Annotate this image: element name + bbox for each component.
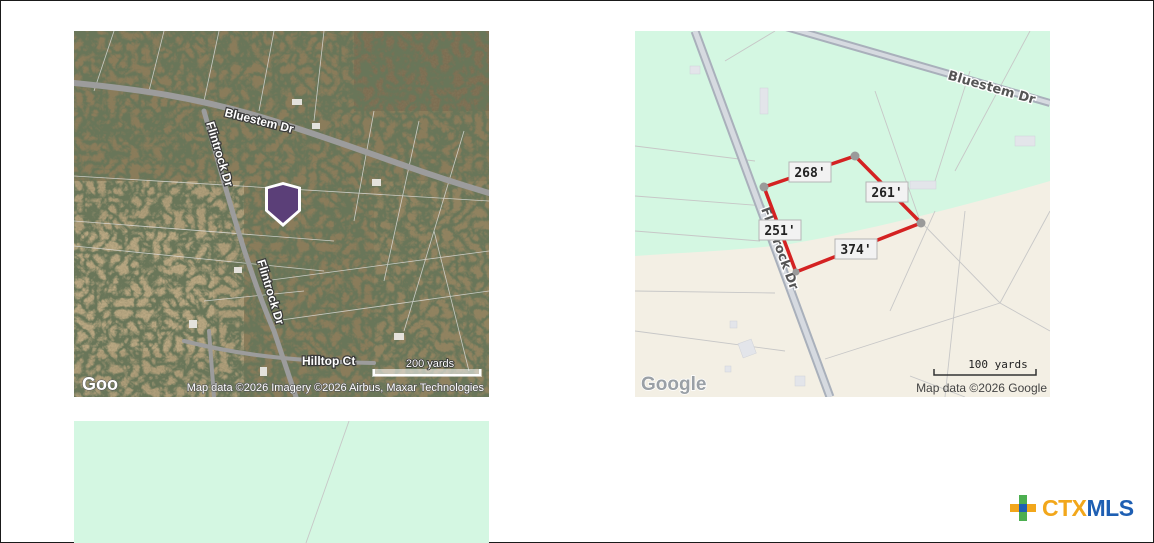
map-attribution: Map data ©2026 Google — [916, 381, 1047, 395]
svg-text:268': 268' — [794, 166, 825, 181]
parcel-map[interactable]: Bluestem Dr Flintrock Dr 268' 261' 374' — [635, 31, 1050, 397]
google-logo: Goo — [82, 374, 118, 394]
road-label-hilltop: Hilltop Ct — [302, 354, 355, 368]
texas-cross-icon — [1010, 495, 1036, 521]
brand-ctx: CTX — [1042, 494, 1087, 521]
ctxmls-logo: CTXMLS — [1008, 492, 1138, 524]
svg-text:374': 374' — [840, 243, 871, 258]
third-map[interactable] — [74, 421, 489, 543]
map-attribution: Map data ©2026 Imagery ©2026 Airbus, Max… — [187, 382, 485, 394]
satellite-map[interactable]: Bluestem Dr Flintrock Dr Flintrock Dr Hi… — [74, 31, 489, 397]
svg-text:251': 251' — [764, 224, 795, 239]
brand-mls: MLS — [1086, 494, 1135, 521]
dimension-label-268: 268' — [788, 161, 832, 183]
google-logo: Google — [641, 374, 706, 395]
dimension-label-374: 374' — [834, 238, 878, 260]
dimension-label-251: 251' — [758, 219, 802, 241]
scale-label: 200 yards — [406, 358, 455, 370]
scale-label: 100 yards — [968, 358, 1028, 371]
dimension-label-261: 261' — [865, 181, 909, 203]
svg-text:261': 261' — [871, 186, 902, 201]
